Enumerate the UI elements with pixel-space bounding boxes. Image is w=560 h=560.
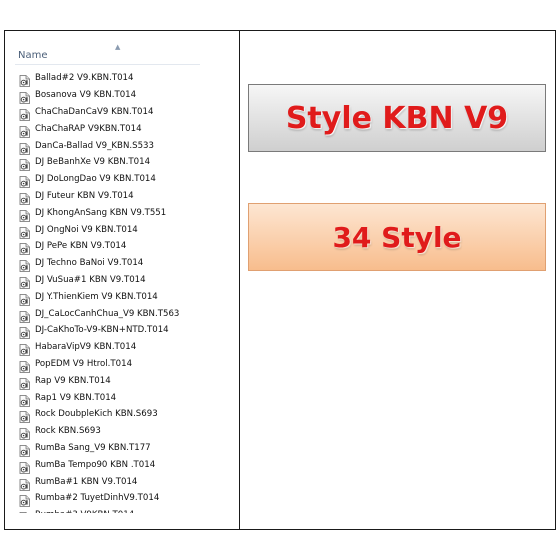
midi-file-icon (19, 459, 30, 474)
file-row[interactable]: RumBa Tempo90 KBN .T014 (15, 456, 200, 474)
midi-file-icon (19, 224, 30, 239)
file-row[interactable]: RumBa#1 KBN V9.T014 (15, 473, 200, 491)
file-row[interactable]: DJ_CaLocCanhChua_V9 KBN.T563 (15, 305, 200, 323)
midi-file-icon (19, 190, 30, 205)
midi-file-icon (19, 509, 30, 513)
file-name: RumBa Sang_V9 KBN.T177 (35, 442, 151, 453)
file-row[interactable]: DJ BeBanhXe V9 KBN.T014 (15, 154, 200, 172)
midi-file-icon (19, 442, 30, 457)
sort-ascending-icon: ▲ (115, 43, 121, 51)
style-count-text: 34 Style (332, 220, 462, 254)
file-name: RumBa#1 KBN V9.T014 (35, 476, 138, 487)
file-row[interactable]: DJ Techno BaNoi V9.T014 (15, 255, 200, 273)
file-row[interactable]: Ballad#2 V9.KBN.T014 (15, 70, 200, 88)
midi-file-icon (19, 207, 30, 222)
file-row[interactable]: DJ VuSua#1 KBN V9.T014 (15, 272, 200, 289)
midi-file-icon (19, 392, 30, 407)
midi-file-icon (19, 72, 30, 88)
file-name: DJ DoLongDao V9 KBN.T014 (35, 174, 156, 185)
file-row[interactable]: Rumba#2 TuyetDinhV9.T014 (15, 490, 200, 508)
midi-file-icon (19, 173, 30, 189)
file-row[interactable]: Bosanova V9 KBN.T014 (15, 87, 200, 105)
midi-file-icon (19, 476, 30, 491)
midi-file-icon (19, 492, 30, 508)
midi-file-icon (19, 140, 30, 155)
file-name: Rock DoubpleKich KBN.S693 (35, 409, 158, 420)
file-name: DanCa-Ballad V9_KBN.S533 (35, 140, 154, 151)
file-name: DJ Futeur KBN V9.T014 (35, 190, 134, 201)
name-column-label: Name (18, 50, 48, 61)
midi-file-icon (19, 89, 30, 105)
file-row[interactable]: DJ OngNoi V9 KBN.T014 (15, 221, 200, 239)
midi-file-icon (19, 291, 30, 306)
file-name: DJ Techno BaNoi V9.T014 (35, 258, 144, 269)
product-frame: Name ▲ Ballad#2 V9.KBN.T014 Bosanova V9 K… (4, 30, 556, 530)
file-name: PopEDM V9 Htrol.T014 (35, 358, 133, 369)
file-row[interactable]: DJ-CaKhoTo-V9-KBN+NTD.T014 (15, 322, 200, 340)
file-row[interactable]: DJ Futeur KBN V9.T014 (15, 188, 200, 205)
file-name: ChaChaRAP V9KBN.T014 (35, 123, 142, 134)
file-row[interactable]: Rock DoubpleKich KBN.S693 (15, 406, 200, 424)
file-row[interactable]: Rock KBN.S693 (15, 423, 200, 441)
style-count-banner: 34 Style (248, 203, 546, 271)
file-row[interactable]: DJ KhongAnSang KBN V9.T551 (15, 204, 200, 222)
file-name: ChaChaDanCaV9 KBN.T014 (35, 106, 154, 117)
file-name: DJ VuSua#1 KBN V9.T014 (35, 274, 146, 285)
file-name: HabaraVipV9 KBN.T014 (35, 342, 137, 353)
file-row[interactable]: HabaraVipV9 KBN.T014 (15, 339, 200, 357)
file-explorer-pane: Name ▲ Ballad#2 V9.KBN.T014 Bosanova V9 K… (15, 43, 200, 513)
file-name: Rap1 V9 KBN.T014 (35, 392, 117, 403)
file-row[interactable]: DJ DoLongDao V9 KBN.T014 (15, 171, 200, 189)
file-row[interactable]: Rap V9 KBN.T014 (15, 372, 200, 390)
file-name: DJ Y.ThienKiem V9 KBN.T014 (35, 291, 158, 302)
file-name: Bosanova V9 KBN.T014 (35, 90, 137, 101)
name-column-header[interactable]: Name ▲ (15, 43, 200, 65)
file-row[interactable]: DJ Y.ThienKiem V9 KBN.T014 (15, 288, 200, 306)
midi-file-icon (19, 358, 30, 373)
file-row[interactable]: RumBa Sang_V9 KBN.T177 (15, 440, 200, 457)
midi-file-icon (19, 257, 30, 273)
file-name: DJ_CaLocCanhChua_V9 KBN.T563 (35, 308, 180, 319)
midi-file-icon (19, 123, 30, 138)
file-name: DJ OngNoi V9 KBN.T014 (35, 224, 138, 235)
file-name: Ballad#2 V9.KBN.T014 (35, 73, 134, 84)
file-name: RumBa Tempo90 KBN .T014 (35, 459, 156, 470)
file-row[interactable]: DanCa-Ballad V9_KBN.S533 (15, 137, 200, 155)
file-name: DJ BeBanhXe V9 KBN.T014 (35, 157, 151, 168)
midi-file-icon (19, 156, 30, 172)
file-row[interactable]: ChaChaRAP V9KBN.T014 (15, 120, 200, 138)
file-name: Rock KBN.S693 (35, 426, 101, 437)
style-title-banner: Style KBN V9 (248, 84, 546, 152)
midi-file-icon (19, 375, 30, 390)
midi-file-icon (19, 274, 30, 289)
file-name: Rumba#2 TuyetDinhV9.T014 (35, 493, 160, 504)
file-name: Rumba#3 V9KBN.T014 (35, 510, 134, 513)
file-row[interactable]: DJ PePe KBN V9.T014 (15, 238, 200, 256)
info-pane: Style KBN V9 34 Style (240, 31, 557, 529)
midi-file-icon (19, 341, 30, 357)
midi-file-icon (19, 106, 30, 121)
file-row[interactable]: Rap1 V9 KBN.T014 (15, 389, 200, 407)
file-name: DJ-CaKhoTo-V9-KBN+NTD.T014 (35, 325, 169, 336)
midi-file-icon (19, 240, 30, 256)
midi-file-icon (19, 425, 30, 441)
file-row[interactable]: ChaChaDanCaV9 KBN.T014 (15, 104, 200, 121)
midi-file-icon (19, 324, 30, 340)
file-name: Rap V9 KBN.T014 (35, 375, 111, 386)
file-list: Ballad#2 V9.KBN.T014 Bosanova V9 KBN.T014… (15, 70, 200, 513)
midi-file-icon (19, 408, 30, 424)
file-name: DJ PePe KBN V9.T014 (35, 241, 127, 252)
file-name: DJ KhongAnSang KBN V9.T551 (35, 207, 167, 218)
style-title-text: Style KBN V9 (285, 100, 509, 136)
file-row[interactable]: Rumba#3 V9KBN.T014 (15, 507, 200, 513)
file-row[interactable]: PopEDM V9 Htrol.T014 (15, 356, 200, 373)
midi-file-icon (19, 308, 30, 323)
